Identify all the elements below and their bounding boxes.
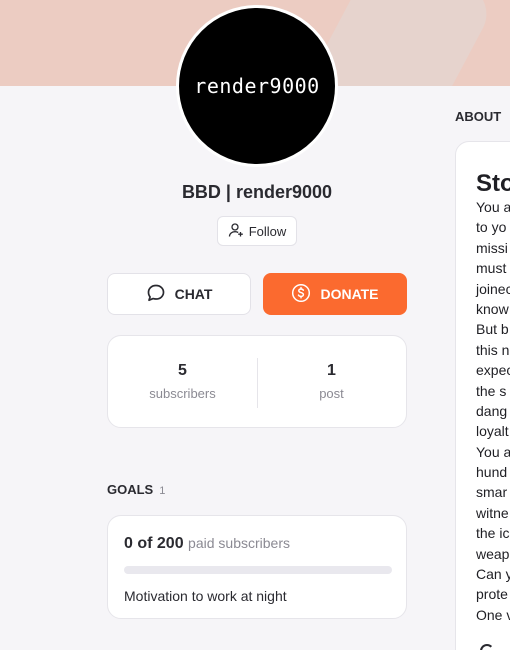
about-line: must [476, 260, 507, 277]
about-line: witne [476, 504, 509, 521]
stat-value: 5 [178, 362, 187, 379]
about-line: missi [476, 239, 508, 256]
goals-count: 1 [159, 485, 166, 497]
about-line: hund [476, 464, 508, 481]
about-text: You a to yo missi must joinec know But b this n… [476, 197, 510, 625]
stats-card: 5 subscribers 1 post [107, 335, 407, 428]
goal-card: 0 of 200 paid subscribers Motivation to … [107, 515, 407, 619]
about-line: prote [476, 586, 508, 603]
stat-subscribers[interactable]: 5 subscribers [108, 336, 257, 427]
about-line: smar [476, 484, 508, 501]
goal-progress-text: 0 of 200 paid subscribers [124, 535, 290, 553]
creator-name: BBD | render9000 [181, 182, 333, 202]
stats-divider [257, 358, 258, 408]
partial-icon [480, 644, 494, 650]
about-line: dang [476, 402, 508, 419]
chat-label: CHAT [174, 286, 213, 302]
follow-button[interactable]: Follow [217, 216, 297, 246]
chat-bubble-icon [146, 283, 166, 306]
donate-label: DONATE [320, 286, 379, 302]
goals-header: GOALS 1 [107, 482, 165, 497]
about-line: One v [476, 606, 510, 623]
about-story-title: Sto [476, 170, 510, 197]
coin-dollar-icon [291, 283, 311, 306]
goal-progress-bar [124, 566, 392, 574]
stat-label: post [319, 386, 344, 401]
about-line: Can y [476, 566, 510, 583]
about-line: the s [476, 382, 507, 399]
follow-label: Follow [248, 223, 287, 239]
about-card: Sto You a to yo missi must joinec know But b th… [455, 141, 510, 650]
avatar-text: render9000 [194, 74, 320, 98]
user-plus-icon [228, 222, 244, 241]
donate-button[interactable]: DONATE [263, 273, 407, 315]
goal-unit: paid subscribers [188, 535, 290, 551]
about-line: weap [476, 545, 510, 562]
about-heading: ABOUT [455, 109, 502, 124]
about-line: know [476, 300, 509, 317]
stat-value: 1 [327, 362, 336, 379]
about-line: to yo [476, 219, 507, 236]
about-line: loyalt [476, 423, 509, 440]
goal-description: Motivation to work at night [124, 588, 287, 604]
about-line: But b [476, 321, 509, 338]
goal-count: 0 of 200 [124, 535, 184, 552]
stat-label: subscribers [149, 386, 216, 401]
about-line: You a [476, 199, 510, 215]
about-line: the ic [476, 525, 510, 542]
avatar[interactable]: render9000 [176, 5, 338, 167]
chat-button[interactable]: CHAT [107, 273, 251, 315]
about-line: You a [476, 443, 510, 460]
about-line: this n [476, 341, 510, 358]
stat-posts[interactable]: 1 post [257, 336, 406, 427]
goals-title: GOALS [107, 482, 154, 497]
about-line: joinec [476, 280, 510, 297]
about-line: expec [476, 362, 510, 379]
